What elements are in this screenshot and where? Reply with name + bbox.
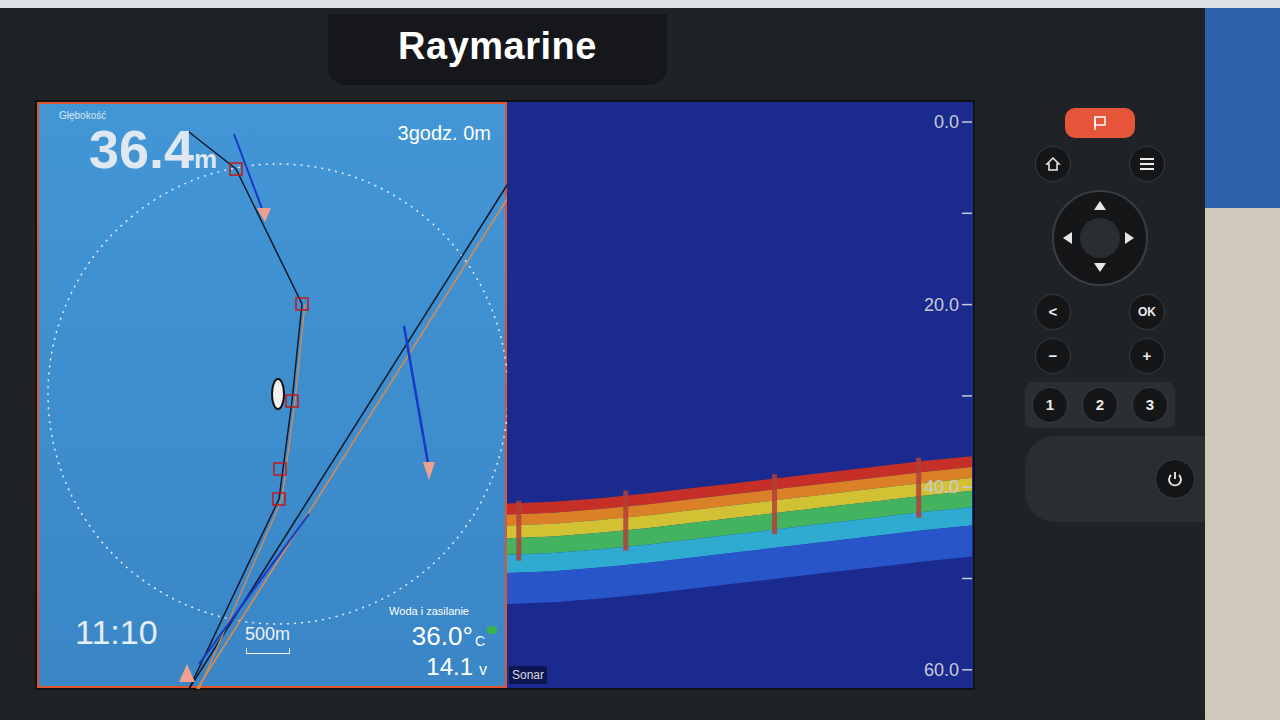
time-readout: 11:10 <box>75 607 158 658</box>
keypad: < OK − +123 <box>975 8 1215 720</box>
menu-button[interactable] <box>1129 146 1165 182</box>
water-power-panel: Woda i zasilanie36.0°C14.1v <box>389 603 497 682</box>
power-button[interactable] <box>1155 459 1195 499</box>
arrow-up-icon <box>1094 201 1106 213</box>
screen: Głębokość36.4m3godz. 0m11:10500mWoda i z… <box>35 100 975 690</box>
scale-bar: 500m <box>245 621 290 654</box>
depth-tick: 60.0 <box>924 661 959 679</box>
waypoint-button[interactable] <box>1065 108 1135 138</box>
deck-background <box>1205 8 1280 720</box>
ok-button[interactable]: OK <box>1129 294 1165 330</box>
flag-icon <box>1092 115 1108 131</box>
home-icon <box>1045 156 1061 172</box>
sea <box>1205 8 1280 208</box>
home-button[interactable] <box>1035 146 1071 182</box>
arrow-down-icon <box>1094 263 1106 275</box>
depth-readout: 36.4m <box>89 122 217 179</box>
depth-tick: 20.0 <box>924 296 959 314</box>
power-panel <box>1025 436 1215 522</box>
boat-icon <box>272 379 284 409</box>
device: RaymarineGłębokość36.4m3godz. 0m11:10500… <box>0 8 1205 720</box>
direction-pad[interactable] <box>1052 190 1148 286</box>
arrow-right-icon <box>1125 232 1137 244</box>
photo: RaymarineGłębokość36.4m3godz. 0m11:10500… <box>0 0 1280 720</box>
sonar-label: Sonar <box>509 666 547 684</box>
power-icon <box>1166 470 1184 488</box>
brand-logo: Raymarine <box>328 14 667 85</box>
sonar-echo <box>507 102 972 688</box>
number-keys: 123 <box>1025 382 1175 428</box>
number-key[interactable]: 3 <box>1132 387 1168 423</box>
zoom-out-button[interactable]: − <box>1035 338 1071 374</box>
chart-pane: Głębokość36.4m3godz. 0m11:10500mWoda i z… <box>37 102 507 688</box>
voltage-value: 14.1 <box>426 652 473 682</box>
number-key[interactable]: 2 <box>1082 387 1118 423</box>
sonar-pane: 0.0 20.0 40.0 60.0 Sonar <box>507 102 973 688</box>
back-button[interactable]: < <box>1035 294 1071 330</box>
arrow-left-icon <box>1063 232 1075 244</box>
number-key[interactable]: 1 <box>1032 387 1068 423</box>
timer-readout: 3godz. 0m <box>398 118 491 148</box>
depth-tick: 40.0 <box>924 478 959 496</box>
depth-tick: 0.0 <box>934 113 959 131</box>
zoom-in-button[interactable]: + <box>1129 338 1165 374</box>
water-label: Woda i zasilanie <box>389 603 497 620</box>
temperature-value: 36.0° <box>412 620 473 653</box>
status-dot <box>487 626 497 634</box>
menu-icon <box>1139 157 1155 171</box>
background-strip <box>0 0 1280 8</box>
